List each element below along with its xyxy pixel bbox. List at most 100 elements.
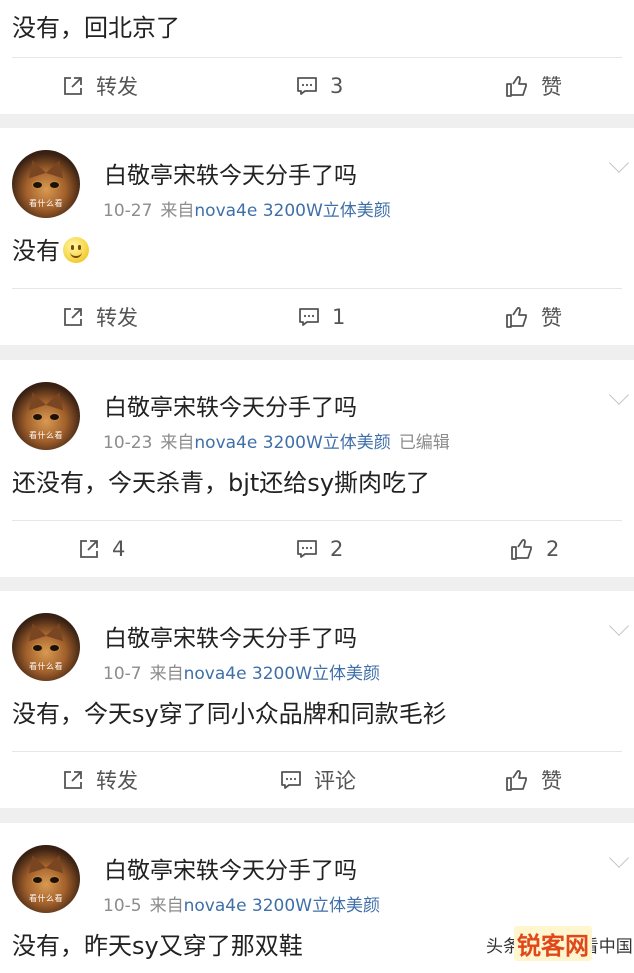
action-bar: 转发 评论 赞: [0, 752, 634, 808]
avatar-cat-ear: [45, 157, 69, 179]
avatar-caption: 看什么看: [29, 662, 63, 671]
share-icon: [64, 771, 82, 789]
post-meta: 10-27 来自nova4e 3200W立体美颜: [103, 196, 391, 221]
post-card: 没有，回北京了 转发 3 赞: [0, 0, 634, 114]
from-label: 来自: [160, 201, 195, 221]
like-button[interactable]: 赞: [505, 289, 562, 345]
username[interactable]: 白敬亭宋轶今天分手了吗: [104, 156, 357, 190]
action-bar: 4 2 2: [0, 521, 634, 577]
post-date: 10-27: [103, 201, 153, 221]
avatar-cat-eye: [32, 644, 43, 652]
post-content: 还没有，今天杀青，bjt还给sy撕肉吃了: [12, 469, 431, 497]
comment-button[interactable]: 评论: [280, 752, 356, 808]
action-bar: 转发 3 赞: [0, 58, 634, 114]
avatar-caption: 看什么看: [29, 894, 63, 903]
comment-icon: [299, 308, 319, 326]
comment-icon: [297, 77, 317, 95]
chevron-down-icon[interactable]: [609, 848, 629, 868]
source-link[interactable]: nova4e 3200W立体美颜: [184, 664, 380, 684]
watermark-logo: 锐客网: [514, 926, 592, 961]
post-content: 没有: [12, 231, 89, 266]
repost-label: 转发: [96, 769, 138, 793]
post-content: 没有，回北京了: [12, 14, 180, 42]
repost-button[interactable]: 转发: [62, 289, 138, 345]
thumbs-up-icon: [506, 76, 527, 97]
smiley-emoji: [63, 237, 89, 263]
avatar-cat-eye: [49, 413, 60, 421]
comment-count: 1: [332, 305, 346, 329]
avatar-cat-ear: [23, 852, 47, 874]
username[interactable]: 白敬亭宋轶今天分手了吗: [104, 388, 357, 422]
share-icon: [80, 540, 98, 558]
comment-count: 2: [330, 537, 344, 561]
post-date: 10-5: [103, 896, 142, 916]
comment-label: 评论: [314, 769, 356, 793]
repost-button[interactable]: 转发: [62, 58, 138, 114]
avatar[interactable]: 看什么看: [12, 382, 80, 450]
avatar[interactable]: 看什么看: [12, 150, 80, 218]
post-date: 10-23: [103, 433, 153, 453]
share-icon: [64, 77, 82, 95]
avatar-cat-eye: [49, 644, 60, 652]
source-link[interactable]: nova4e 3200W立体美颜: [194, 201, 390, 221]
post-content: 没有，昨天sy又穿了那双鞋: [12, 932, 303, 960]
like-label: 赞: [541, 769, 562, 793]
like-button[interactable]: 赞: [505, 752, 562, 808]
chevron-down-icon[interactable]: [609, 616, 629, 636]
like-label: 赞: [541, 306, 562, 330]
comment-button[interactable]: 1: [298, 289, 345, 345]
post-meta: 10-23 来自nova4e 3200W立体美颜 已编辑: [103, 428, 450, 453]
avatar-cat-eye: [49, 181, 60, 189]
repost-label: 转发: [96, 75, 138, 99]
like-button[interactable]: 2: [510, 521, 559, 577]
comment-button[interactable]: 3: [296, 58, 343, 114]
avatar[interactable]: 看什么看: [12, 613, 80, 681]
chevron-down-icon[interactable]: [609, 153, 629, 173]
from-label: 来自: [149, 664, 184, 684]
avatar-cat-ear: [23, 157, 47, 179]
avatar-cat-eye: [49, 876, 60, 884]
avatar-cat-ear: [45, 852, 69, 874]
post-content-text: 没有: [12, 237, 60, 265]
avatar[interactable]: 看什么看: [12, 845, 80, 913]
like-button[interactable]: 赞: [505, 58, 562, 114]
avatar-caption: 看什么看: [29, 199, 63, 208]
post-card: 看什么看 白敬亭宋轶今天分手了吗 10-23 来自nova4e 3200W立体美颜…: [0, 360, 634, 577]
post-meta: 10-5 来自nova4e 3200W立体美颜: [103, 891, 380, 916]
username[interactable]: 白敬亭宋轶今天分手了吗: [104, 619, 357, 653]
thumbs-up-icon: [506, 307, 527, 328]
comment-button[interactable]: 2: [296, 521, 343, 577]
avatar-caption: 看什么看: [29, 431, 63, 440]
repost-count: 4: [112, 537, 126, 561]
from-label: 来自: [149, 896, 184, 916]
post-card: 看什么看 白敬亭宋轶今天分手了吗 10-7 来自nova4e 3200W立体美颜 …: [0, 591, 634, 808]
chevron-down-icon[interactable]: [609, 385, 629, 405]
source-link[interactable]: nova4e 3200W立体美颜: [194, 433, 390, 453]
post-card: 看什么看 白敬亭宋轶今天分手了吗 10-27 来自nova4e 3200W立体美颜…: [0, 128, 634, 345]
post-content: 没有，今天sy穿了同小众品牌和同款毛衫: [12, 700, 447, 728]
comment-icon: [297, 540, 317, 558]
thumbs-up-icon: [511, 539, 532, 560]
avatar-cat-ear: [23, 620, 47, 642]
avatar-cat-ear: [45, 389, 69, 411]
repost-button[interactable]: 4: [78, 521, 125, 577]
username[interactable]: 白敬亭宋轶今天分手了吗: [104, 851, 357, 885]
action-bar: 转发 1 赞: [0, 289, 634, 345]
avatar-cat-ear: [45, 620, 69, 642]
share-icon: [64, 308, 82, 326]
avatar-cat-ear: [23, 389, 47, 411]
edited-label[interactable]: 已编辑: [399, 433, 450, 453]
thumbs-up-icon: [506, 770, 527, 791]
repost-button[interactable]: 转发: [62, 752, 138, 808]
post-date: 10-7: [103, 664, 142, 684]
like-label: 赞: [541, 75, 562, 99]
post-meta: 10-7 来自nova4e 3200W立体美颜: [103, 659, 380, 684]
comment-count: 3: [330, 74, 344, 98]
avatar-cat-eye: [32, 413, 43, 421]
like-count: 2: [546, 537, 560, 561]
comment-icon: [281, 771, 301, 789]
from-label: 来自: [160, 433, 195, 453]
avatar-cat-eye: [32, 181, 43, 189]
source-link[interactable]: nova4e 3200W立体美颜: [184, 896, 380, 916]
repost-label: 转发: [96, 306, 138, 330]
